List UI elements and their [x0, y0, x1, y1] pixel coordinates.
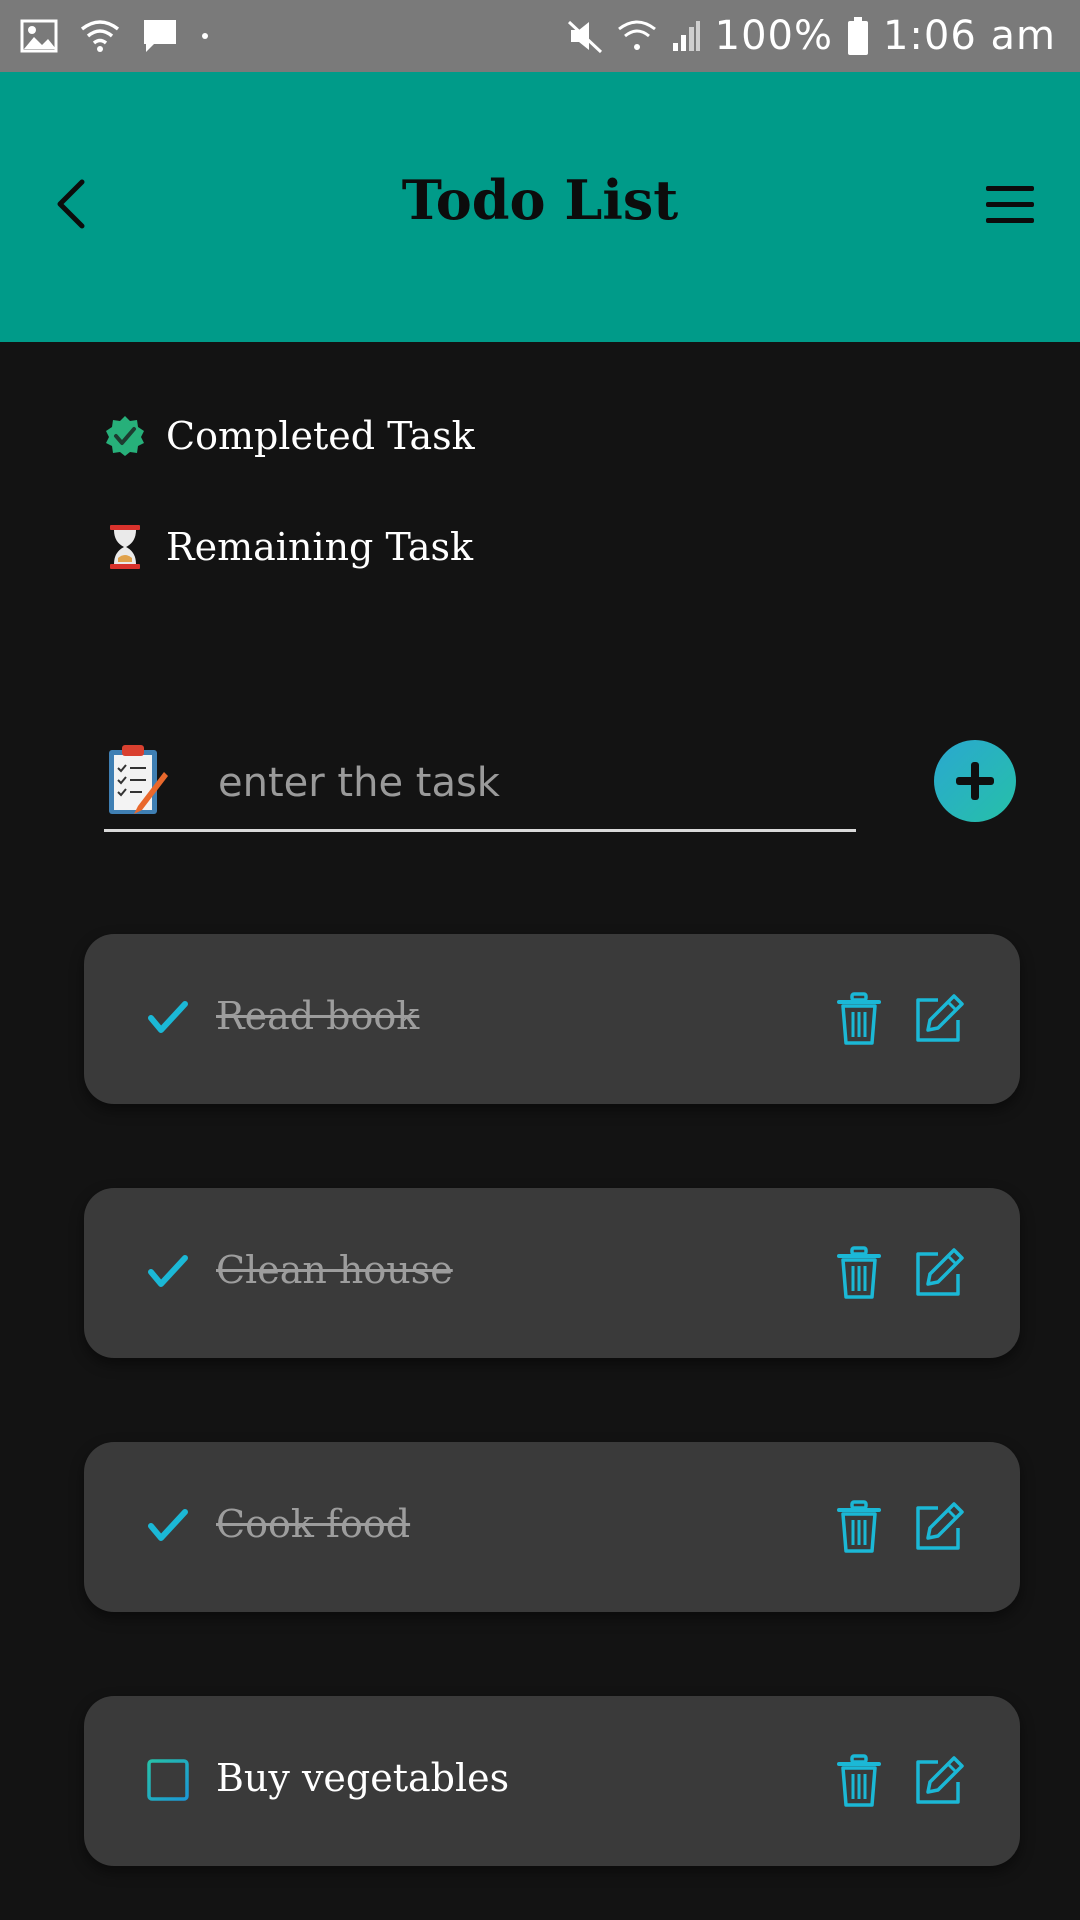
edit-icon: [916, 994, 964, 1042]
task-card: Clean house: [84, 1188, 1020, 1358]
trash-icon: [837, 1754, 881, 1807]
task-card: Read book: [84, 934, 1020, 1104]
plus-icon: [956, 762, 994, 800]
checkmark-icon: [148, 1001, 188, 1033]
edit-icon: [916, 1502, 964, 1550]
page-title: Todo List: [401, 168, 679, 232]
edit-task-button[interactable]: [912, 1246, 966, 1300]
edit-icon: [916, 1756, 964, 1804]
task-input[interactable]: [218, 738, 838, 828]
hourglass-icon: [110, 525, 140, 569]
trash-icon: [837, 992, 881, 1045]
mute-icon: [567, 18, 603, 54]
app-bar: Todo List: [0, 72, 1080, 342]
task-checkbox[interactable]: [144, 1756, 192, 1804]
verified-badge-icon: [106, 416, 144, 456]
trash-icon: [837, 1246, 881, 1299]
legend-completed-label: Completed Task: [166, 414, 475, 458]
gallery-icon: [20, 19, 58, 53]
legend-completed: Completed Task: [104, 414, 475, 458]
task-text: Cook food: [216, 1502, 411, 1546]
chat-icon: [142, 18, 178, 54]
battery-percent: 100%: [714, 13, 833, 59]
legend-remaining-label: Remaining Task: [166, 525, 474, 569]
cell-signal-icon: [671, 19, 701, 53]
checkmark-icon: [148, 1509, 188, 1541]
add-task-button[interactable]: [934, 740, 1016, 822]
wifi-icon: [80, 19, 120, 53]
delete-task-button[interactable]: [834, 1246, 884, 1300]
edit-task-button[interactable]: [912, 992, 966, 1046]
task-checkbox[interactable]: [144, 1502, 192, 1550]
task-card: Cook food: [84, 1442, 1020, 1612]
edit-task-button[interactable]: [912, 1754, 966, 1808]
wifi-signal-icon: [617, 19, 657, 53]
task-text: Buy vegetables: [216, 1756, 510, 1800]
status-bar: 100% 1:06 am: [0, 0, 1080, 72]
trash-icon: [837, 1500, 881, 1553]
edit-icon: [916, 1248, 964, 1296]
checkbox-empty-icon: [147, 1759, 189, 1801]
clipboard-icon: [109, 745, 168, 814]
clock: 1:06 am: [882, 13, 1056, 59]
task-input-row: [104, 738, 856, 832]
menu-button[interactable]: [982, 180, 1040, 230]
battery-icon: [847, 16, 869, 56]
task-checkbox[interactable]: [144, 994, 192, 1042]
task-text: Clean house: [216, 1248, 453, 1292]
delete-task-button[interactable]: [834, 1754, 884, 1808]
edit-task-button[interactable]: [912, 1500, 966, 1554]
delete-task-button[interactable]: [834, 992, 884, 1046]
task-checkbox[interactable]: [144, 1248, 192, 1296]
task-card: Buy vegetables: [84, 1696, 1020, 1866]
dot-icon: [200, 31, 210, 41]
legend-remaining: Remaining Task: [104, 524, 473, 570]
task-text: Read book: [216, 994, 420, 1038]
hamburger-menu-icon: [986, 186, 1034, 223]
delete-task-button[interactable]: [834, 1500, 884, 1554]
checkmark-icon: [148, 1255, 188, 1287]
